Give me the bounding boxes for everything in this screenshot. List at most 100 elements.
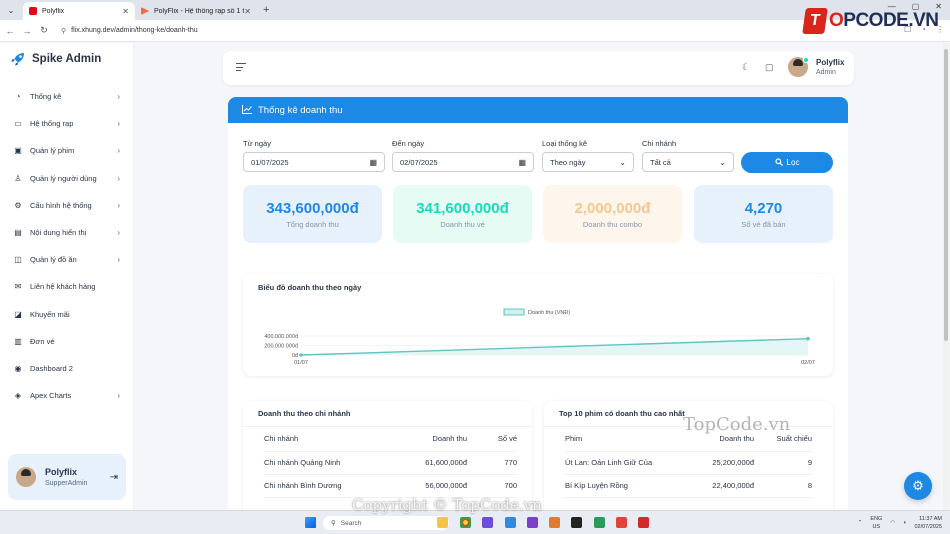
table-row: Bí Kíp Luyện Rồng 22,400,000đ 8	[565, 474, 812, 498]
stat-value: 2,000,000đ	[574, 200, 651, 217]
stat-label: Doanh thu vé	[440, 220, 485, 229]
page-scrollbar[interactable]	[943, 43, 949, 510]
online-status-dot	[803, 57, 809, 63]
calendar-icon[interactable]: ▦	[369, 158, 377, 167]
clock[interactable]: 11:37 AM 02/07/2025	[914, 515, 942, 531]
sidebar-item-cinema[interactable]: ▭ Hệ thống rạp ›	[0, 110, 134, 137]
gear-icon: ⚙	[14, 200, 22, 210]
stat-card: 343,600,000đ Tổng doanh thu	[243, 185, 382, 243]
sidebar-item-apex[interactable]: ◈ Apex Charts ›	[0, 382, 134, 409]
chevron-right-icon: ›	[117, 92, 120, 102]
sidebar-item-film[interactable]: ▣ Quản lý phim ›	[0, 137, 134, 164]
url-field[interactable]: ⚲ flix.xhung.dev/admin/thong-ke/doanh-th…	[61, 27, 198, 35]
start-icon[interactable]	[305, 517, 316, 528]
sidebar-item-label: Cấu hình hệ thống	[30, 200, 92, 210]
stat-label: Doanh thu combo	[582, 220, 643, 229]
chrome-icon[interactable]	[460, 517, 471, 528]
brand[interactable]: Spike Admin	[10, 51, 101, 67]
chevron-right-icon: ›	[117, 228, 120, 238]
sidebar-item-label: Dashboard 2	[30, 363, 73, 373]
dashboard-icon: ◉	[14, 363, 22, 373]
legend-swatch	[503, 308, 525, 316]
language-indicator[interactable]: ENG US	[870, 515, 882, 531]
wifi-icon[interactable]: ◠	[890, 520, 895, 526]
topcode-logo: T OPCODE.VN	[802, 8, 939, 34]
sidebar-item-chart[interactable]: ◔ Thống kê ›	[0, 83, 134, 110]
sidebar-item-food[interactable]: ◫ Quản lý đồ ăn ›	[0, 246, 134, 273]
user-icon: ♙	[14, 173, 22, 183]
table-row: Chi nhánh Quảng Ninh 61,600,000đ 770	[264, 451, 517, 475]
hamburger-menu-icon[interactable]	[236, 63, 246, 74]
taskbar-search[interactable]: ⚲ Search	[323, 516, 449, 530]
app-icon[interactable]	[482, 517, 493, 528]
vscode-icon[interactable]	[505, 517, 516, 528]
back-icon[interactable]: ←	[3, 26, 17, 36]
branch-select[interactable]: Tất cả ⌄	[642, 152, 734, 172]
layout-icon: ▤	[14, 228, 22, 238]
visual-studio-icon[interactable]	[527, 517, 538, 528]
sidebar-item-dashboard[interactable]: ◉ Dashboard 2	[0, 355, 134, 382]
ticket-icon: ◪	[14, 309, 22, 319]
table-cell: 25,200,000đ	[692, 451, 754, 475]
sidebar-item-user[interactable]: ♙ Quản lý người dùng ›	[0, 165, 134, 192]
notifications-icon[interactable]: ▢	[765, 62, 774, 73]
x-tick-label: 02/07	[801, 360, 815, 366]
to-date-input[interactable]: 02/07/2025 ▦	[392, 152, 534, 172]
sidebar-item-label: Quản lý phim	[30, 146, 75, 156]
terminal-icon[interactable]	[571, 517, 582, 528]
sidebar-item-ticket[interactable]: ◪ Khuyến mãi	[0, 301, 134, 328]
sidebar-item-receipt[interactable]: ▥ Đơn vé	[0, 328, 134, 355]
from-date-label: Từ ngày	[243, 139, 271, 148]
url-text: flix.xhung.dev/admin/thong-ke/doanh-thu	[71, 27, 198, 34]
stat-label: Tổng doanh thu	[286, 220, 339, 229]
stat-value: 341,600,000đ	[416, 200, 509, 217]
browser-tab-polyflix-home[interactable]: PolyFlix - Hệ thống rạp số 1 thế ✕	[135, 2, 257, 20]
food-icon: ◫	[14, 255, 22, 265]
sidebar-item-mail[interactable]: ✉ Liên hệ khách hàng	[0, 273, 134, 300]
chevron-right-icon: ›	[117, 119, 120, 129]
chevron-right-icon: ›	[117, 146, 120, 156]
sidebar-menu: ◔ Thống kê › ▭ Hệ thống rạp › ▣ Quản lý phim › ♙ Q…	[0, 83, 134, 409]
table-cell: 770	[467, 451, 517, 475]
dark-mode-icon[interactable]: ☾	[742, 62, 750, 73]
app-icon[interactable]	[549, 517, 560, 528]
line-chart-icon	[242, 104, 252, 116]
settings-fab[interactable]: ⚙	[904, 472, 932, 500]
filter-button[interactable]: Lọc	[741, 152, 833, 173]
app-icon[interactable]	[594, 517, 605, 528]
tray-chevron-icon[interactable]: ⌃	[858, 520, 863, 526]
sidebar-item-layout[interactable]: ▤ Nội dung hiển thị ›	[0, 219, 134, 246]
branch-label: Chi nhánh	[642, 139, 677, 148]
chevron-right-icon: ›	[117, 173, 120, 183]
tab-title: Polyflix	[42, 7, 65, 15]
close-tab-icon[interactable]: ✕	[244, 7, 251, 16]
logout-icon[interactable]: ⇥	[110, 472, 118, 483]
calendar-icon[interactable]: ▦	[518, 158, 526, 167]
app-icon[interactable]	[616, 517, 627, 528]
forward-icon[interactable]: →	[20, 26, 34, 36]
gear-icon: ⚙	[912, 478, 924, 493]
browser-tab-polyflix[interactable]: Polyflix ✕	[23, 2, 135, 20]
reload-icon[interactable]: ↻	[37, 25, 51, 36]
tab-list-chevron-icon[interactable]: ⌄	[3, 2, 19, 18]
stat-type-select[interactable]: Theo ngày ⌄	[542, 152, 634, 172]
scrollbar-thumb[interactable]	[944, 49, 948, 341]
chevron-right-icon: ›	[117, 255, 120, 265]
new-tab-icon[interactable]: +	[263, 4, 269, 16]
revenue-card: Thống kê doanh thu Từ ngày 01/07/2025 ▦ …	[228, 97, 848, 510]
header-user[interactable]: Polyflix Admin	[788, 57, 844, 77]
volume-icon[interactable]: ◖	[903, 520, 906, 526]
apex-icon: ◈	[14, 391, 22, 401]
site-info-icon[interactable]: ⚲	[61, 27, 66, 35]
x-tick-label: 01/07	[294, 360, 308, 366]
sidebar-item-label: Đơn vé	[30, 336, 55, 346]
file-explorer-icon[interactable]	[437, 517, 448, 528]
revenue-chart-section: Biểu đồ doanh thu theo ngày 400.000.000đ…	[243, 274, 833, 376]
table-cell: 22,400,000đ	[692, 474, 754, 498]
top-movies-table: Phim Doanh thu Suất chiếu Út Lan: Oán Li…	[565, 427, 812, 498]
table-cell: Út Lan: Oán Linh Giữ Của	[565, 451, 693, 475]
app-icon[interactable]	[638, 517, 649, 528]
close-tab-icon[interactable]: ✕	[122, 7, 129, 16]
from-date-input[interactable]: 01/07/2025 ▦	[243, 152, 385, 172]
sidebar-item-gear[interactable]: ⚙ Cấu hình hệ thống ›	[0, 192, 134, 219]
